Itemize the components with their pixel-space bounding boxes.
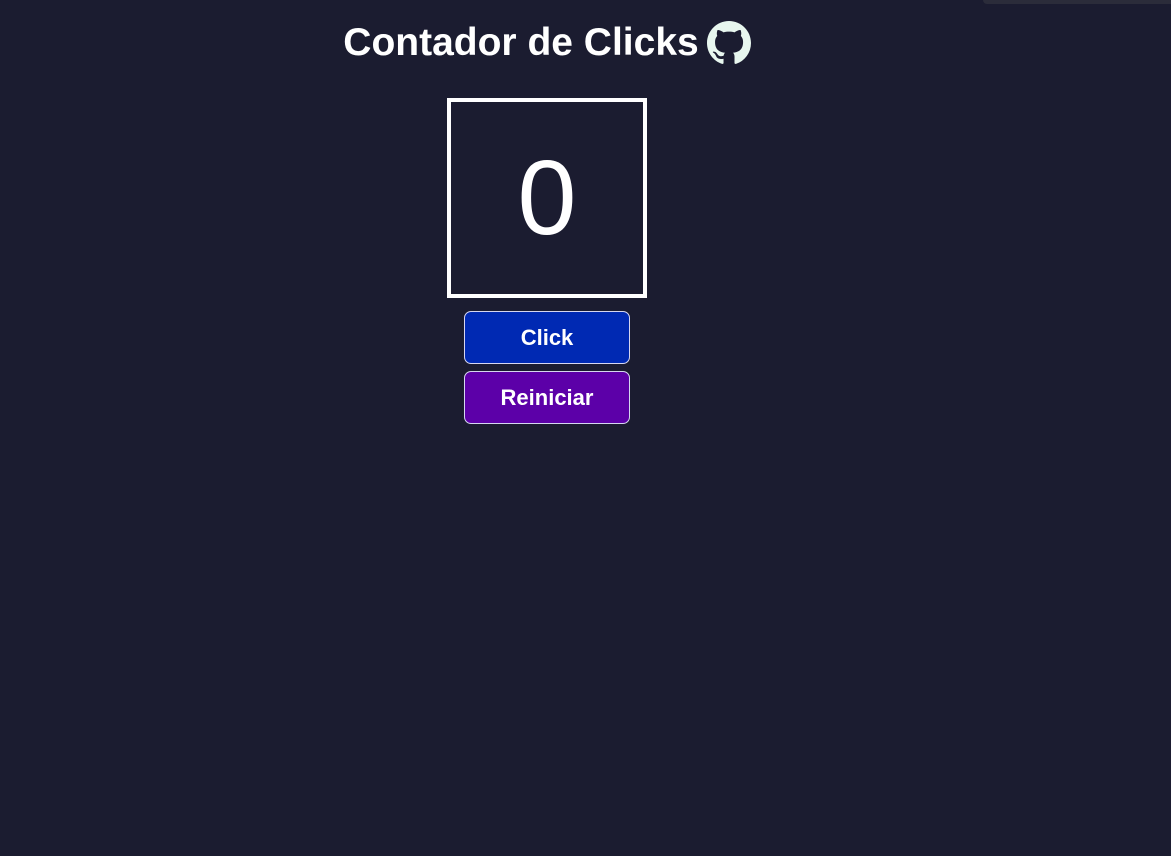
click-button[interactable]: Click [464, 311, 630, 364]
reset-button[interactable]: Reiniciar [464, 371, 630, 424]
github-icon[interactable] [706, 21, 751, 65]
page-title: Contador de Clicks [343, 21, 699, 64]
page: Contador de Clicks 0 Click Reiniciar [0, 0, 1171, 856]
counter-display: 0 [447, 98, 647, 298]
header: Contador de Clicks [0, 18, 1094, 68]
window-edge [983, 0, 1171, 4]
counter-value: 0 [517, 139, 577, 257]
